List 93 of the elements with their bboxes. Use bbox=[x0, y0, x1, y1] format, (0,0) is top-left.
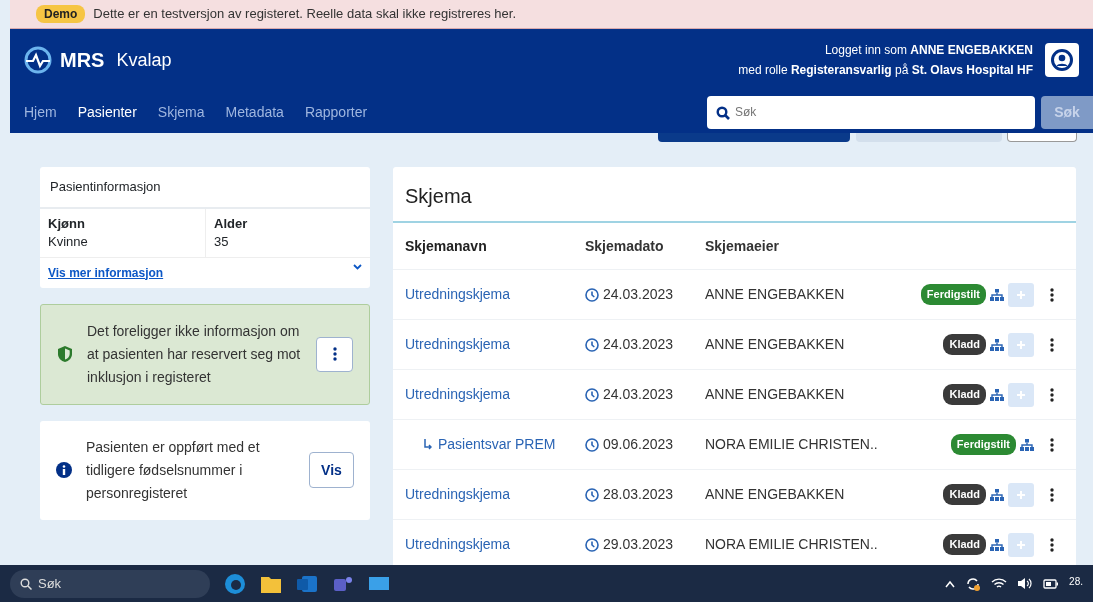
chevron-down-icon[interactable] bbox=[353, 263, 362, 270]
nav-link[interactable]: Skjema bbox=[157, 101, 205, 123]
form-date: 24.03.2023 bbox=[603, 385, 674, 404]
clock-icon bbox=[585, 387, 599, 402]
status-badge: Ferdigstilt bbox=[920, 284, 986, 305]
form-date: 28.03.2023 bbox=[603, 485, 674, 504]
mail-icon[interactable] bbox=[296, 573, 318, 594]
form-date: 09.06.2023 bbox=[603, 435, 674, 454]
nav-link[interactable]: Metadata bbox=[225, 101, 284, 123]
kebab-icon bbox=[1050, 437, 1054, 452]
form-date: 24.03.2023 bbox=[603, 335, 674, 354]
clock-icon bbox=[585, 337, 599, 352]
status-badge: Kladd bbox=[943, 534, 986, 555]
wifi-icon[interactable] bbox=[991, 577, 1008, 590]
user-info-text: Logget inn som ANNE ENGEBAKKEN bbox=[823, 42, 1033, 59]
clock-icon bbox=[585, 287, 599, 302]
status-badge: Ferdigstilt bbox=[950, 434, 1016, 455]
banner-text: Dette er en testversjon av registeret. Reelle data skal ikke registreres her. bbox=[93, 5, 517, 24]
status-badge: Kladd bbox=[943, 384, 986, 405]
kebab-icon bbox=[1050, 387, 1054, 402]
battery-icon[interactable] bbox=[1043, 578, 1060, 589]
speaker-icon[interactable] bbox=[1017, 577, 1034, 590]
user-icon bbox=[1051, 49, 1073, 71]
form-link[interactable]: Utredningskjema bbox=[405, 334, 511, 355]
alert-text: Det foreligger ikke informasjon om at pasienten har reservert seg mot inklusjon i registeret bbox=[87, 321, 302, 387]
status-badge: Kladd bbox=[943, 334, 986, 355]
field-value: 35 bbox=[214, 232, 230, 251]
plus-icon bbox=[1016, 489, 1026, 500]
more-info-link[interactable]: Vis mer informasjon bbox=[48, 263, 164, 282]
clock-text: 28. bbox=[1069, 575, 1083, 589]
form-link[interactable]: Utredningskjema bbox=[405, 284, 511, 305]
info-icon bbox=[56, 462, 72, 478]
user-button[interactable] bbox=[1045, 43, 1079, 77]
user-role-text: med rolle Registeransvarlig på St. Olavs Hospital HF bbox=[738, 62, 1033, 79]
brand-name: MRS bbox=[60, 48, 105, 73]
column-header: Skjemaeier bbox=[705, 236, 780, 256]
form-link[interactable]: Utredningskjema bbox=[405, 484, 511, 505]
logo-icon bbox=[24, 46, 52, 74]
app-name: Kvalap bbox=[116, 48, 172, 72]
nav-link[interactable]: Pasienter bbox=[77, 101, 137, 123]
alert-text: Pasienten er oppført med et tidligere fødselsnummer i personregisteret bbox=[86, 437, 261, 503]
kebab-icon bbox=[1050, 337, 1054, 352]
nav-link[interactable]: Hjem bbox=[24, 101, 57, 123]
plus-icon bbox=[1016, 539, 1026, 550]
plus-icon bbox=[1016, 289, 1026, 300]
hierarchy-icon[interactable] bbox=[990, 488, 1004, 501]
nav-link[interactable]: Rapporter bbox=[304, 101, 368, 123]
search-field[interactable]: Søk bbox=[707, 95, 1035, 129]
kebab-icon bbox=[1050, 537, 1054, 552]
hierarchy-icon[interactable] bbox=[1020, 438, 1034, 451]
clock-icon bbox=[585, 437, 599, 452]
form-owner: NORA EMILIE CHRISTEN.. bbox=[705, 535, 879, 554]
clock-icon bbox=[585, 487, 599, 502]
shield-icon bbox=[57, 345, 73, 363]
search-icon bbox=[20, 577, 32, 590]
hierarchy-icon[interactable] bbox=[990, 338, 1004, 351]
return-arrow-icon bbox=[423, 439, 432, 450]
clock-icon bbox=[585, 537, 599, 552]
sync-icon[interactable] bbox=[965, 575, 982, 592]
form-date: 29.03.2023 bbox=[603, 535, 674, 554]
taskbar-search[interactable]: Søk bbox=[10, 569, 210, 598]
column-header: Skjemanavn bbox=[405, 236, 488, 256]
form-owner: NORA EMILIE CHRISTEN.. bbox=[705, 435, 879, 454]
form-date: 24.03.2023 bbox=[603, 285, 674, 304]
kebab-icon bbox=[1050, 287, 1054, 302]
demo-badge: Demo bbox=[36, 5, 86, 23]
field-label: Kjønn bbox=[48, 214, 86, 233]
header-button[interactable] bbox=[1007, 133, 1077, 142]
form-link[interactable]: Pasientsvar PREM bbox=[438, 434, 556, 455]
show-button[interactable]: Vis bbox=[309, 452, 354, 488]
column-header: Skjemadato bbox=[585, 236, 665, 256]
browser-icon[interactable] bbox=[224, 572, 246, 595]
card-title: Pasientinformasjon bbox=[40, 167, 370, 209]
field-value: Kvinne bbox=[48, 232, 89, 251]
form-owner: ANNE ENGEBAKKEN bbox=[705, 285, 846, 304]
chevron-up-icon[interactable] bbox=[945, 579, 956, 588]
status-badge: Kladd bbox=[943, 484, 986, 505]
hierarchy-icon[interactable] bbox=[990, 288, 1004, 301]
kebab-icon bbox=[1050, 487, 1054, 502]
card-title: Skjema bbox=[393, 167, 1076, 223]
plus-icon bbox=[1016, 389, 1026, 400]
form-owner: ANNE ENGEBAKKEN bbox=[705, 385, 846, 404]
plus-icon bbox=[1016, 339, 1026, 350]
search-text: Søk bbox=[38, 574, 62, 593]
form-link[interactable]: Utredningskjema bbox=[405, 534, 511, 555]
window-icon[interactable] bbox=[368, 574, 390, 593]
hierarchy-icon[interactable] bbox=[990, 388, 1004, 401]
hierarchy-icon[interactable] bbox=[990, 538, 1004, 551]
form-owner: ANNE ENGEBAKKEN bbox=[705, 335, 846, 354]
kebab-icon bbox=[332, 347, 337, 361]
field-label: Alder bbox=[214, 214, 249, 233]
form-link[interactable]: Utredningskjema bbox=[405, 384, 511, 405]
form-owner: ANNE ENGEBAKKEN bbox=[705, 485, 846, 504]
